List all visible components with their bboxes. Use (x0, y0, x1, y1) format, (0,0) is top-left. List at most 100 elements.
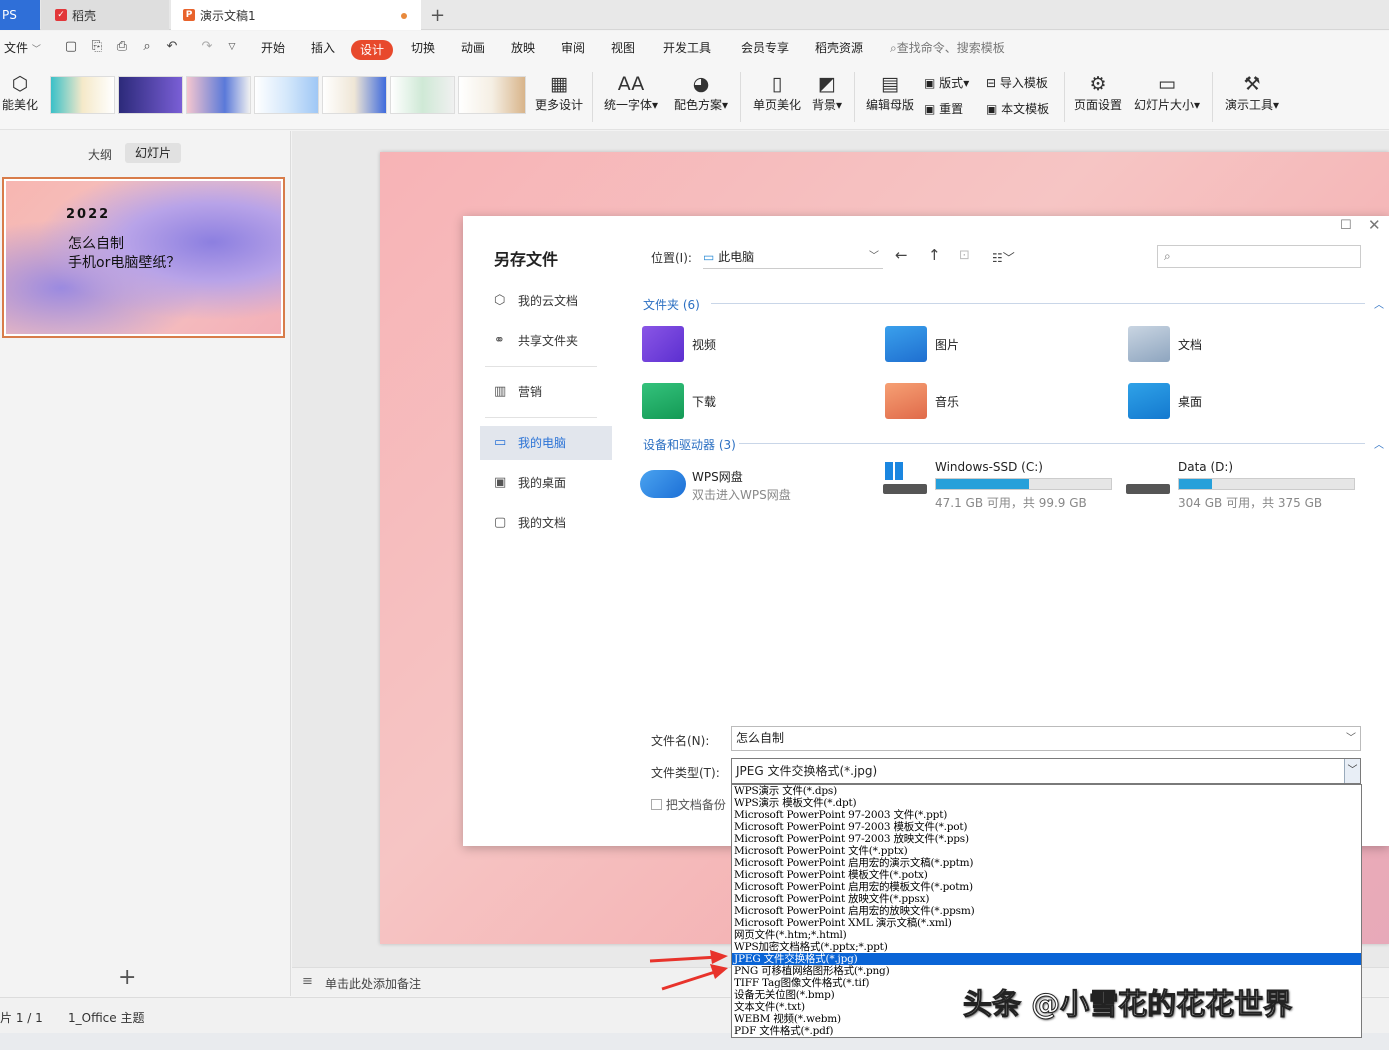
print-preview-icon[interactable]: ⌕ (139, 39, 155, 55)
filetype-option[interactable]: Microsoft PowerPoint 97-2003 文件(*.ppt) (732, 809, 1361, 821)
add-slide-button[interactable]: + (118, 965, 136, 990)
menu-daoke-resources[interactable]: 稻壳资源 (815, 31, 863, 66)
back-arrow-icon[interactable]: ← (895, 246, 908, 264)
redo-icon[interactable]: ↷ (199, 39, 215, 55)
menu-insert[interactable]: 插入 (311, 31, 335, 66)
folder-videos[interactable]: 视频 (642, 326, 862, 366)
cube-icon: ⬡ (11, 73, 29, 95)
tab-presentation[interactable]: P 演示文稿1 (171, 0, 421, 30)
sidebar-item-marketing[interactable]: ▥ 营销 (480, 375, 612, 409)
sidebar-item-my-desktop[interactable]: ▣ 我的桌面 (480, 466, 612, 500)
filetype-option[interactable]: JPEG 文件交换格式(*.jpg) (732, 953, 1361, 965)
filetype-option[interactable]: WPS演示 模板文件(*.dpt) (732, 797, 1361, 809)
folder-music[interactable]: 音乐 (885, 383, 1105, 423)
filetype-value: JPEG 文件交换格式(*.jpg) (736, 764, 878, 778)
background-button[interactable]: ◩ 背景▾ (808, 72, 846, 113)
folder-desktop[interactable]: 桌面 (1128, 383, 1348, 423)
filetype-option[interactable]: WPS演示 文件(*.dps) (732, 785, 1361, 797)
folder-documents[interactable]: 文档 (1128, 326, 1348, 366)
sidebar-item-my-documents[interactable]: ▢ 我的文档 (480, 506, 612, 540)
design-thumbnail[interactable] (390, 76, 455, 114)
tab-slides[interactable]: 幻灯片 (125, 143, 181, 163)
menu-review[interactable]: 审阅 (561, 31, 585, 66)
layout-label: 版式 (939, 76, 964, 90)
close-icon[interactable]: ✕ (1368, 216, 1381, 234)
filetype-option[interactable]: Microsoft PowerPoint 启用宏的放映文件(*.ppsm) (732, 905, 1361, 917)
new-tab-button[interactable]: + (430, 0, 450, 30)
filetype-select[interactable]: JPEG 文件交换格式(*.jpg) ﹀ (731, 758, 1361, 784)
filetype-option[interactable]: Microsoft PowerPoint 启用宏的模板文件(*.potm) (732, 881, 1361, 893)
slide-title-line1: 怎么自制 (68, 236, 124, 252)
file-menu[interactable]: 文件 ﹀ (4, 31, 41, 66)
up-arrow-icon[interactable]: ↑ (928, 246, 941, 264)
filetype-option[interactable]: WPS加密文档格式(*.pptx;*.ppt) (732, 941, 1361, 953)
backup-checkbox[interactable]: 把文档备份 (651, 796, 726, 813)
filetype-option[interactable]: Microsoft PowerPoint 放映文件(*.ppsx) (732, 893, 1361, 905)
wps-cloud-drive[interactable]: WPS网盘 双击进入WPS网盘 (640, 464, 870, 504)
command-search[interactable]: ⌕查找命令、搜索模板 (890, 31, 1005, 66)
smart-beautify-button[interactable]: ⬡ 能美化 (0, 72, 40, 113)
filetype-option[interactable]: 网页文件(*.htm;*.html) (732, 929, 1361, 941)
design-thumbnail[interactable] (50, 76, 115, 114)
drive-c[interactable]: Windows-SSD (C:) 47.1 GB 可用，共 99.9 GB (883, 460, 1115, 510)
filetype-option[interactable]: Microsoft PowerPoint XML 演示文稿(*.xml) (732, 917, 1361, 929)
design-thumbnail[interactable] (322, 76, 387, 114)
design-thumbnail[interactable] (186, 76, 251, 114)
maximize-icon[interactable]: ☐ (1340, 218, 1352, 233)
search-input[interactable]: ⌕ (1157, 245, 1361, 268)
design-thumbnail[interactable] (254, 76, 319, 114)
design-thumbnail[interactable] (118, 76, 183, 114)
menu-member[interactable]: 会员专享 (741, 31, 789, 66)
sidebar-item-shared-folder[interactable]: ⚭ 共享文件夹 (480, 324, 612, 358)
tab-presentation-label: 演示文稿1 (200, 8, 256, 23)
filetype-option[interactable]: PDF 文件格式(*.pdf) (732, 1025, 1361, 1037)
print-icon[interactable]: ⎙ (114, 39, 130, 55)
unify-font-button[interactable]: AA 统一字体▾ (600, 72, 662, 113)
drive-c-usage-bar (935, 478, 1112, 490)
edit-master-button[interactable]: ▤ 编辑母版 (862, 72, 918, 113)
single-page-beautify-button[interactable]: ▯ 单页美化 (748, 72, 806, 113)
layout-button[interactable]: ▣ 版式▾ (924, 74, 969, 91)
drive-d[interactable]: Data (D:) 304 GB 可用，共 375 GB (1126, 460, 1358, 510)
view-mode-icon[interactable]: ☷﹀ (992, 249, 1015, 266)
slide-size-button[interactable]: ▭ 幻灯片大小▾ (1130, 72, 1204, 113)
this-template-button[interactable]: ▣ 本文模板 (986, 100, 1049, 117)
quick-access-dropdown-icon[interactable]: ▽ (224, 39, 240, 55)
tab-daoke[interactable]: ✓ 稻壳 (41, 0, 169, 30)
undo-icon[interactable]: ↶ (164, 39, 180, 55)
filetype-option[interactable]: Microsoft PowerPoint 97-2003 放映文件(*.pps) (732, 833, 1361, 845)
sidebar-item-cloud-docs[interactable]: ⬡ 我的云文档 (480, 284, 612, 318)
page-setup-button[interactable]: ⚙ 页面设置 (1070, 72, 1126, 113)
new-folder-icon[interactable]: ⊡ (959, 248, 970, 263)
collapse-icon[interactable]: ︿ (1374, 436, 1384, 451)
color-scheme-button[interactable]: ◕ 配色方案▾ (670, 72, 732, 113)
import-template-button[interactable]: ⊟ 导入模板 (986, 74, 1048, 91)
tab-wps[interactable]: PS (0, 0, 40, 30)
save-icon[interactable]: ▢ (63, 39, 79, 55)
more-designs-button[interactable]: ▦ 更多设计 (533, 72, 585, 113)
sidebar-item-my-computer[interactable]: ▭ 我的电脑 (480, 426, 612, 460)
tab-outline[interactable]: 大纲 (88, 146, 112, 163)
folder-downloads[interactable]: 下载 (642, 383, 862, 423)
filetype-option[interactable]: Microsoft PowerPoint 启用宏的演示文稿(*.pptm) (732, 857, 1361, 869)
menu-design[interactable]: 设计 (351, 40, 393, 60)
reset-button[interactable]: ▣ 重置 (924, 100, 963, 117)
menu-animation[interactable]: 动画 (461, 31, 485, 66)
filename-input[interactable]: 怎么自制 ﹀ (731, 726, 1361, 751)
menu-view[interactable]: 视图 (611, 31, 635, 66)
filetype-option[interactable]: Microsoft PowerPoint 模板文件(*.potx) (732, 869, 1361, 881)
folder-pictures[interactable]: 图片 (885, 326, 1105, 366)
menu-slideshow[interactable]: 放映 (511, 31, 535, 66)
menu-developer[interactable]: 开发工具 (663, 31, 711, 66)
presentation-tools-button[interactable]: ⚒ 演示工具▾ (1220, 72, 1284, 113)
design-thumbnail[interactable] (458, 76, 526, 114)
location-select[interactable]: ▭ 此电脑 ﹀ (703, 245, 883, 269)
filetype-option[interactable]: Microsoft PowerPoint 文件(*.pptx) (732, 845, 1361, 857)
filetype-option[interactable]: Microsoft PowerPoint 97-2003 模板文件(*.pot) (732, 821, 1361, 833)
filetype-option[interactable]: PNG 可移植网络图形格式(*.png) (732, 965, 1361, 977)
menu-transition[interactable]: 切换 (411, 31, 435, 66)
menu-start[interactable]: 开始 (261, 31, 285, 66)
collapse-icon[interactable]: ︿ (1374, 296, 1384, 311)
export-icon[interactable]: ⎘ (89, 39, 105, 55)
slide-thumbnail-1[interactable]: 2022 怎么自制 手机or电脑壁纸？ (2, 177, 285, 338)
